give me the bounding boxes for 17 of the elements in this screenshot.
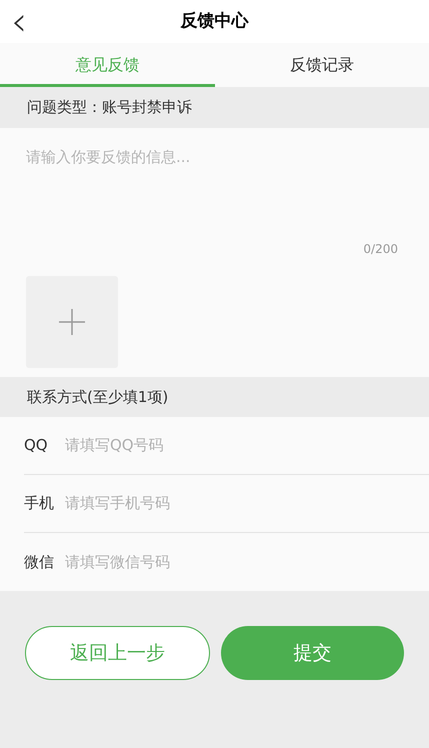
contact-input[interactable]: 请填写手机号码 [65, 492, 429, 515]
problem-type-label: 问题类型：账号封禁申诉 [27, 97, 192, 118]
back-step-button[interactable]: 返回上一步 [25, 626, 210, 680]
contact-input[interactable]: 请填写微信号码 [65, 550, 429, 574]
contact-input[interactable]: 请填写QQ号码 [65, 434, 429, 457]
field-label: QQ [24, 435, 49, 456]
page-title: 反馈中心 [180, 10, 248, 33]
plus-icon [59, 309, 85, 335]
contact-heading: 联系方式(至少填1项) [27, 386, 168, 408]
field-label: 手机 [24, 493, 55, 514]
feedback-input[interactable]: 请输入你要反馈的信息... [26, 146, 403, 216]
add-image-button[interactable] [26, 276, 118, 368]
tab[interactable]: 反馈记录 [214, 43, 429, 87]
field-label: 微信 [24, 552, 55, 573]
back-button[interactable]: ‹ [4, 0, 34, 43]
character-counter: 0/200 [363, 241, 399, 258]
submit-button[interactable]: 提交 [221, 626, 404, 680]
